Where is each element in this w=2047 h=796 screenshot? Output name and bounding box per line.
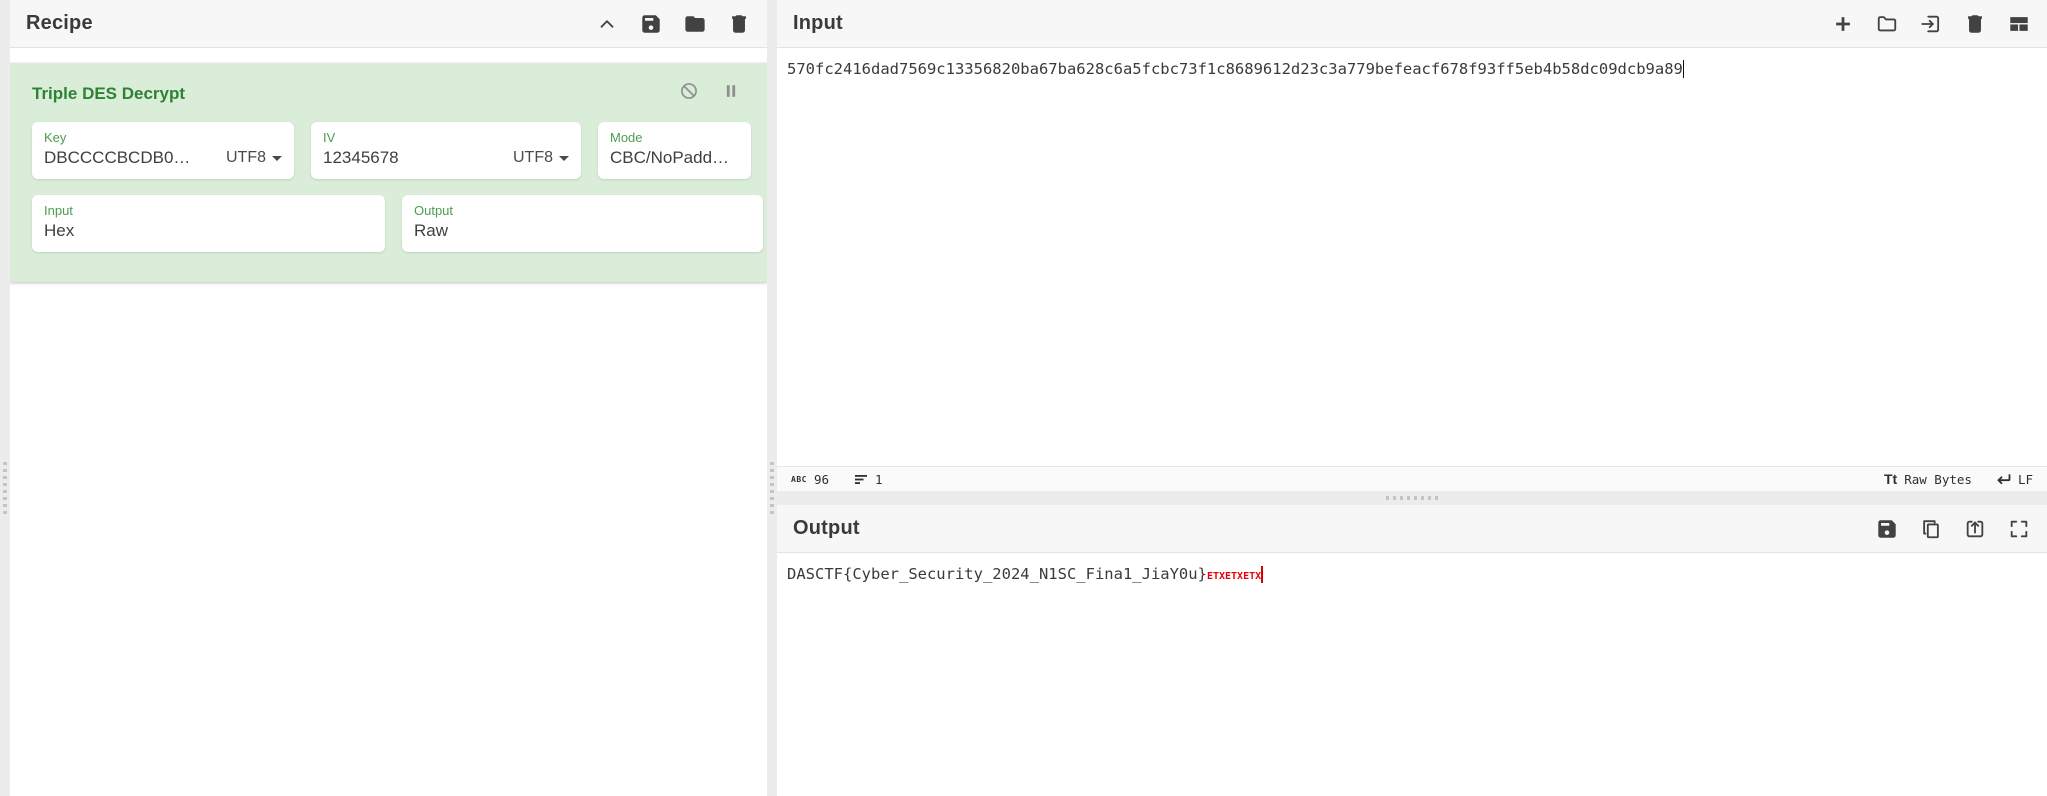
control-char-etx: ETX [1225, 571, 1243, 582]
recipe-title: Recipe [26, 12, 93, 35]
recipe-io-splitter[interactable] [767, 0, 777, 796]
arg-key-label: Key [44, 130, 282, 146]
trash-icon [1964, 13, 1986, 35]
line-ending-selector[interactable]: LF [1996, 472, 2033, 487]
control-char-etx: ETX [1207, 571, 1225, 582]
input-text: 570fc2416dad7569c13356820ba67ba628c6a5fc… [787, 60, 1683, 78]
maximize-output-button[interactable] [2007, 517, 2031, 541]
recipe-header: Recipe [10, 0, 767, 48]
arg-output-value[interactable]: Raw [414, 219, 751, 243]
load-recipe-button[interactable] [683, 12, 707, 36]
output-title: Output [793, 517, 860, 540]
line-count-icon [855, 473, 868, 486]
io-splitter[interactable] [777, 491, 2047, 505]
maximize-icon [2008, 518, 2030, 540]
input-status-bar: ABC 96 1 Tt Raw Bytes [777, 466, 2047, 491]
arg-mode-value[interactable]: CBC/NoPadd… [610, 146, 739, 170]
export-up-icon [1964, 518, 1986, 540]
clear-io-button[interactable] [1963, 12, 1987, 36]
char-count-value: 96 [814, 472, 829, 487]
cyberchef-app: Recipe Triple DES Decrypt [0, 0, 2047, 796]
line-count-group: 1 [855, 472, 883, 487]
clear-recipe-button[interactable] [727, 12, 751, 36]
arg-input-value[interactable]: Hex [44, 219, 373, 243]
reset-layout-button[interactable] [2007, 12, 2031, 36]
io-column: Input [777, 0, 2047, 796]
output-header: Output [777, 505, 2047, 553]
line-ending-value: LF [2018, 472, 2033, 487]
input-cursor [1683, 60, 1685, 78]
output-textarea[interactable]: DASCTF{Cyber_Security_2024_N1SC_Fina1_Ji… [777, 553, 2047, 796]
caret-down-icon [559, 156, 569, 161]
output-cursor [1261, 566, 1263, 583]
disable-operation-button[interactable] [679, 81, 699, 106]
arg-iv[interactable]: IV 12345678 UTF8 [311, 122, 581, 179]
input-textarea[interactable]: 570fc2416dad7569c13356820ba67ba628c6a5fc… [777, 48, 2047, 466]
encoding-icon: Tt [1884, 471, 1897, 487]
save-icon [640, 13, 662, 35]
operation-title: Triple DES Decrypt [32, 84, 185, 104]
pause-icon [721, 81, 741, 101]
layout-panes-icon [2008, 13, 2030, 35]
operation-arguments: Key DBCCCCBCDB0… UTF8 IV [10, 116, 767, 252]
output-pane: Output DASCTF{Cyber_Security_ [777, 505, 2047, 796]
operation-triple-des-decrypt[interactable]: Triple DES Decrypt Key [10, 63, 767, 282]
line-count-value: 1 [875, 472, 883, 487]
arg-key-value[interactable]: DBCCCCBCDB0… [44, 146, 216, 170]
return-arrow-icon [1996, 473, 2011, 486]
operations-splitter[interactable] [0, 0, 10, 796]
add-input-tab-button[interactable] [1831, 12, 1855, 36]
arg-input-format[interactable]: Input Hex [32, 195, 385, 252]
save-icon [1876, 518, 1898, 540]
encoding-value: Raw Bytes [1904, 472, 1972, 487]
arg-key-type-dropdown[interactable]: UTF8 [226, 149, 282, 167]
save-output-button[interactable] [1875, 517, 1899, 541]
ban-icon [679, 81, 699, 101]
splitter-handle-icon [1386, 496, 1438, 500]
recipe-pane: Recipe Triple DES Decrypt [10, 0, 767, 796]
recipe-list: Triple DES Decrypt Key [10, 48, 767, 796]
arg-mode-label: Mode [610, 130, 739, 146]
folder-icon [684, 13, 706, 35]
arg-iv-label: IV [323, 130, 569, 146]
arg-iv-value[interactable]: 12345678 [323, 146, 503, 170]
char-count-icon: ABC [791, 475, 807, 484]
arg-iv-type-dropdown[interactable]: UTF8 [513, 149, 569, 167]
control-char-etx: ETX [1243, 571, 1261, 582]
folder-outline-icon [1876, 13, 1898, 35]
arg-mode[interactable]: Mode CBC/NoPadd… [598, 122, 751, 179]
replace-input-button[interactable] [1963, 517, 1987, 541]
splitter-handle-icon [770, 462, 774, 514]
trash-icon [728, 13, 750, 35]
open-file-button[interactable] [1875, 12, 1899, 36]
copy-output-button[interactable] [1919, 517, 1943, 541]
import-arrow-icon [1920, 13, 1942, 35]
input-pane: Input [777, 0, 2047, 491]
collapse-recipe-button[interactable] [595, 12, 619, 36]
input-header: Input [777, 0, 2047, 48]
arg-input-label: Input [44, 203, 373, 219]
caret-down-icon [272, 156, 282, 161]
output-text: DASCTF{Cyber_Security_2024_N1SC_Fina1_Ji… [787, 565, 1207, 583]
plus-icon [1832, 13, 1854, 35]
open-input-button[interactable] [1919, 12, 1943, 36]
breakpoint-button[interactable] [721, 81, 741, 106]
copy-icon [1920, 518, 1942, 540]
arg-output-label: Output [414, 203, 751, 219]
arg-key[interactable]: Key DBCCCCBCDB0… UTF8 [32, 122, 294, 179]
splitter-handle-icon [3, 462, 7, 514]
encoding-selector[interactable]: Tt Raw Bytes [1884, 471, 1972, 487]
save-recipe-button[interactable] [639, 12, 663, 36]
chevron-up-icon [596, 13, 618, 35]
input-title: Input [793, 12, 843, 35]
char-count-group: ABC 96 [791, 472, 829, 487]
arg-output-format[interactable]: Output Raw [402, 195, 763, 252]
